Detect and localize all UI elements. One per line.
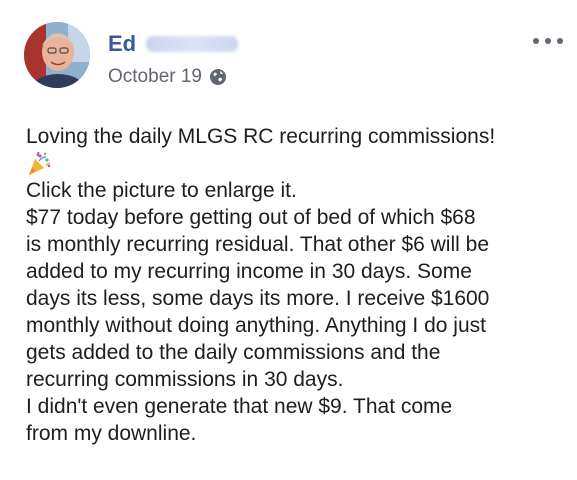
- post-meta: October 19: [108, 65, 227, 89]
- post-line: I didn't even generate that new $9. That…: [26, 395, 453, 418]
- post-line: monthly without doing anything. Anything…: [26, 314, 486, 337]
- profile-photo-icon: [24, 22, 90, 88]
- post-line: Click the picture to enlarge it.: [26, 179, 297, 202]
- post-line: is monthly recurring residual. That othe…: [26, 233, 489, 256]
- post-line: days its less, some days its more. I rec…: [26, 287, 490, 310]
- ellipsis-icon: [545, 38, 551, 44]
- author-name[interactable]: Ed: [108, 31, 136, 57]
- post-line: added to my recurring income in 30 days.…: [26, 260, 472, 283]
- post-line: from my downline.: [26, 422, 197, 445]
- post-line: recurring commissions in 30 days.: [26, 368, 344, 391]
- post-line: $77 today before getting out of bed of w…: [26, 206, 476, 229]
- author-avatar[interactable]: [24, 22, 90, 88]
- post-date[interactable]: October 19: [108, 65, 202, 89]
- ellipsis-icon: [557, 38, 563, 44]
- ellipsis-icon: [533, 38, 539, 44]
- globe-icon[interactable]: [209, 68, 227, 86]
- post-line: gets added to the daily commissions and …: [26, 341, 441, 364]
- post-text: Loving the daily MLGS RC recurring commi…: [26, 123, 571, 447]
- post-line: Loving the daily MLGS RC recurring commi…: [26, 125, 496, 148]
- redacted-surname: [146, 36, 239, 52]
- facebook-post: Ed October 19 Loving the daily MLGS RC r…: [0, 0, 577, 480]
- author-row: Ed: [108, 31, 239, 57]
- party-popper-icon: [26, 151, 52, 177]
- post-options-button[interactable]: [533, 34, 563, 48]
